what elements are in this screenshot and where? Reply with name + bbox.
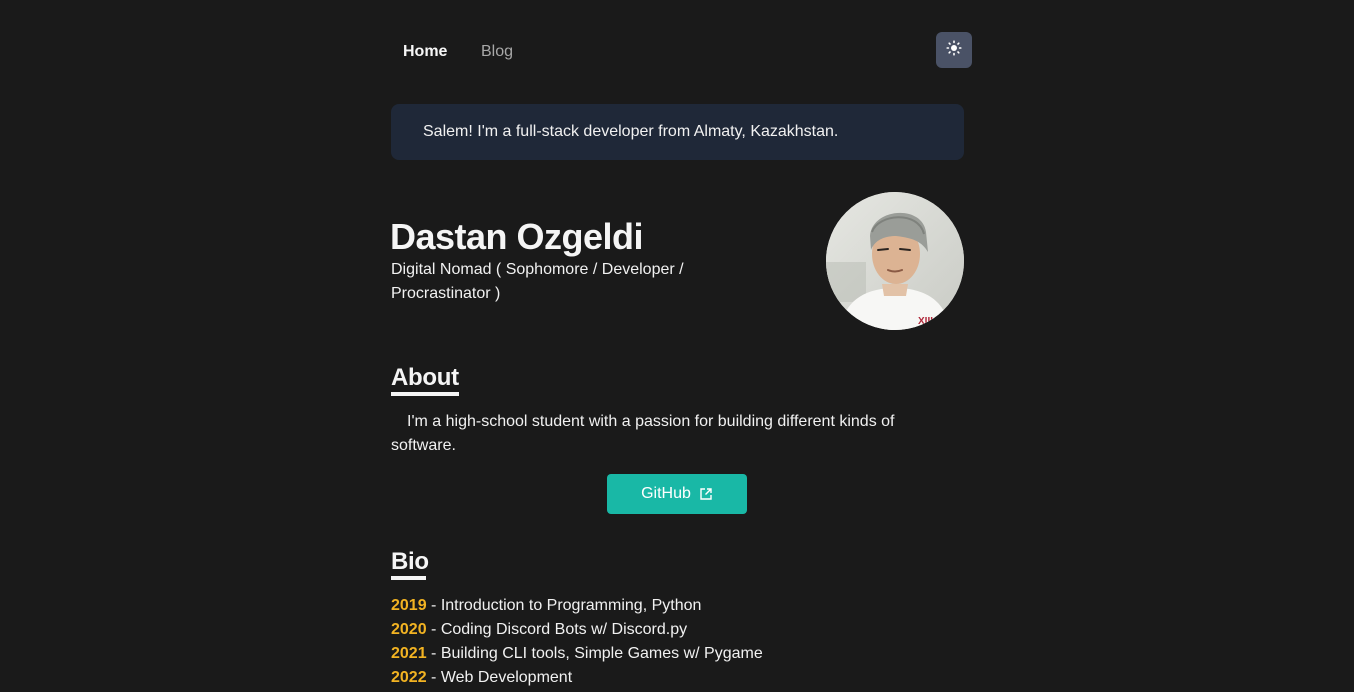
github-button[interactable]: GitHub [607, 474, 747, 514]
bio-heading: Bio [391, 548, 429, 575]
list-item: 2019 - Introduction to Programming, Pyth… [391, 594, 763, 618]
about-text: I'm a high-school student with a passion… [391, 413, 895, 454]
github-button-label: GitHub [641, 485, 691, 502]
list-item: 2021 - Building CLI tools, Simple Games … [391, 642, 763, 666]
bio-year: 2020 [391, 621, 427, 638]
bio-year: 2019 [391, 597, 427, 614]
nav-blog-link[interactable]: Blog [481, 43, 513, 61]
page: Home Blog Salem! I'm a full-stack develo… [0, 0, 1354, 692]
bio-list: 2019 - Introduction to Programming, Pyth… [391, 594, 763, 690]
profile-tagline: Digital Nomad ( Sophomore / Developer / … [391, 261, 684, 302]
bio-text: - Building CLI tools, Simple Games w/ Py… [426, 645, 763, 662]
bio-text: - Web Development [426, 669, 573, 686]
bio-heading-underline [391, 576, 426, 580]
bio-year: 2021 [391, 645, 427, 662]
nav-home-link[interactable]: Home [403, 43, 447, 61]
external-link-icon [699, 487, 713, 501]
about-heading-underline [391, 392, 459, 396]
about-heading: About [391, 364, 459, 391]
list-item: 2022 - Web Development [391, 666, 763, 690]
greeting-banner: Salem! I'm a full-stack developer from A… [391, 104, 964, 160]
bio-text: - Introduction to Programming, Python [426, 597, 702, 614]
bio-year: 2022 [391, 669, 427, 686]
profile-name: Dastan Ozgeldi [390, 216, 644, 257]
list-item: 2020 - Coding Discord Bots w/ Discord.py [391, 618, 763, 642]
greeting-text: Salem! I'm a full-stack developer from A… [423, 123, 839, 140]
svg-text:XIII: XIII [918, 316, 933, 327]
theme-toggle-button[interactable] [936, 32, 972, 68]
bio-text: - Coding Discord Bots w/ Discord.py [426, 621, 688, 638]
avatar: XIII [826, 192, 964, 330]
sun-icon [946, 39, 962, 61]
